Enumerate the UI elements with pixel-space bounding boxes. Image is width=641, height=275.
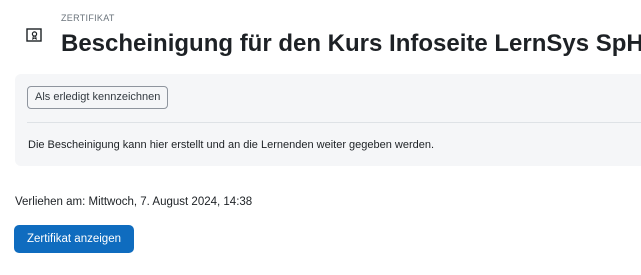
activity-information-panel: Als erledigt kennzeichnen Die Bescheinig… — [15, 74, 641, 166]
page-title: Bescheinigung für den Kurs Infoseite Ler… — [61, 30, 641, 57]
panel-divider — [27, 122, 641, 123]
activity-description: Die Bescheinigung kann hier erstellt und… — [28, 139, 435, 151]
awarded-date-text: Verliehen am: Mittwoch, 7. August 2024, … — [15, 196, 253, 208]
view-certificate-button[interactable]: Zertifikat anzeigen — [14, 225, 134, 253]
mark-as-done-button[interactable]: Als erledigt kennzeichnen — [27, 86, 169, 109]
certificate-icon — [26, 27, 42, 43]
module-type-label: ZERTIFIKAT — [61, 13, 115, 23]
